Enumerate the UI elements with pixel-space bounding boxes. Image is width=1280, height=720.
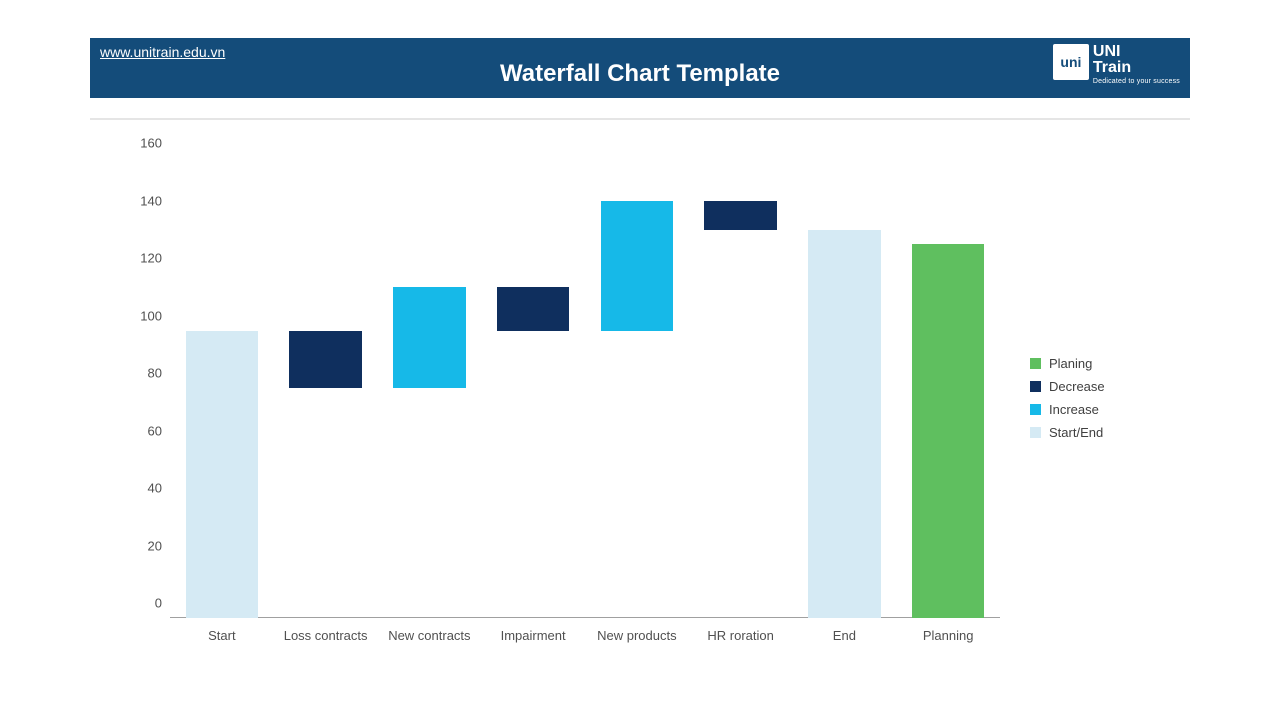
y-tick: 40	[148, 481, 162, 496]
x-label: New products	[597, 628, 676, 643]
legend-label: Planing	[1049, 356, 1092, 371]
x-label: Start	[208, 628, 235, 643]
legend-swatch	[1030, 381, 1041, 392]
plot-area	[170, 158, 1000, 618]
logo-line1: UNI	[1093, 44, 1180, 60]
divider	[90, 118, 1190, 120]
bar-increase	[601, 201, 674, 330]
slide: www.unitrain.edu.vn Waterfall Chart Temp…	[90, 38, 1190, 682]
legend-label: Decrease	[1049, 379, 1105, 394]
page-title: Waterfall Chart Template	[90, 60, 1190, 88]
x-label: HR roration	[707, 628, 773, 643]
x-label: New contracts	[388, 628, 470, 643]
x-label: Impairment	[501, 628, 566, 643]
logo-tagline: Dedicated to your success	[1093, 78, 1180, 85]
bar-decrease	[704, 201, 777, 230]
y-tick: 160	[140, 136, 162, 151]
x-label: End	[833, 628, 856, 643]
y-axis: 020406080100120140160	[110, 158, 170, 618]
y-tick: 60	[148, 423, 162, 438]
logo-text: UNI Train Dedicated to your success	[1093, 44, 1180, 85]
y-tick: 140	[140, 193, 162, 208]
bar-decrease	[289, 331, 362, 389]
legend-item: Increase	[1030, 402, 1170, 417]
y-tick: 0	[155, 596, 162, 611]
y-tick: 120	[140, 251, 162, 266]
y-tick: 20	[148, 538, 162, 553]
legend-swatch	[1030, 427, 1041, 438]
bar-start_end	[808, 230, 881, 618]
legend-label: Increase	[1049, 402, 1099, 417]
legend-swatch	[1030, 404, 1041, 415]
legend-item: Planing	[1030, 356, 1170, 371]
x-axis: Start Loss contracts New contracts Impairme…	[170, 624, 1000, 654]
header-url-link[interactable]: www.unitrain.edu.vn	[100, 44, 225, 60]
bar-increase	[393, 287, 466, 388]
header-bar: www.unitrain.edu.vn Waterfall Chart Temp…	[90, 38, 1190, 98]
waterfall-chart: 020406080100120140160 StartLoss contract…	[110, 148, 1170, 668]
bar-decrease	[497, 287, 570, 330]
legend: Planing Decrease Increase Start/End	[1030, 348, 1170, 448]
bar-planning	[912, 244, 985, 618]
logo-line2: Train	[1093, 60, 1180, 76]
legend-item: Start/End	[1030, 425, 1170, 440]
y-tick: 80	[148, 366, 162, 381]
legend-label: Start/End	[1049, 425, 1103, 440]
bar-start_end	[186, 331, 259, 619]
x-label: Planning	[923, 628, 974, 643]
logo: uni UNI Train Dedicated to your success	[1053, 44, 1180, 85]
y-tick: 100	[140, 308, 162, 323]
logo-icon: uni	[1053, 44, 1089, 80]
legend-item: Decrease	[1030, 379, 1170, 394]
legend-swatch	[1030, 358, 1041, 369]
x-label: Loss contracts	[284, 628, 368, 643]
